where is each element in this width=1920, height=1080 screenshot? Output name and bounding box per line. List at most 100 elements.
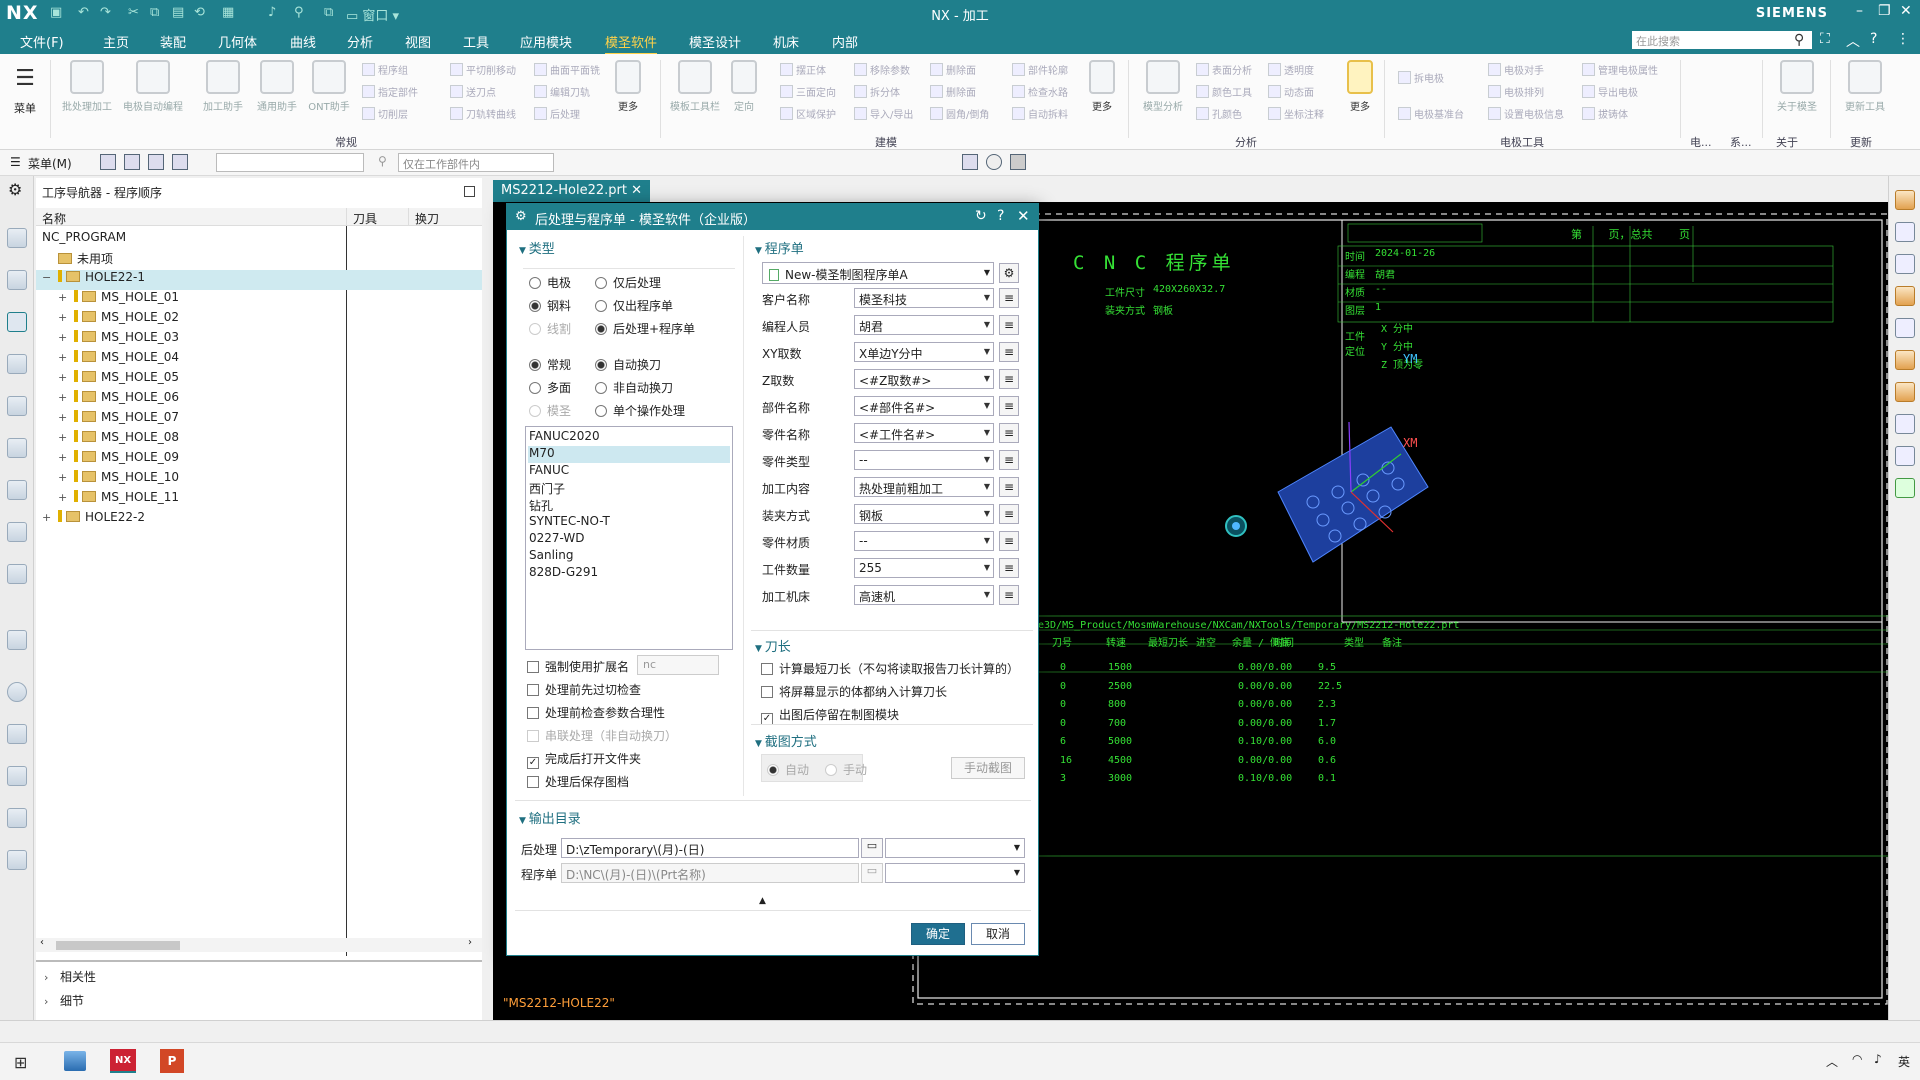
view-tool-icon-1[interactable] xyxy=(962,154,978,170)
controller-item[interactable]: FANUC2020 xyxy=(528,429,730,446)
template-select[interactable]: New-模圣制图程序单A ▼ xyxy=(762,262,994,284)
manage-electrode-attr-button[interactable]: 管理电极属性 xyxy=(1582,62,1658,77)
stack-icon[interactable] xyxy=(1895,286,1915,306)
bucket-icon[interactable] xyxy=(1895,350,1915,370)
update-tools-button[interactable]: 更新工具 xyxy=(1834,60,1896,113)
reuse-library-icon[interactable] xyxy=(7,438,27,458)
align-body-button[interactable]: 摆正体 xyxy=(780,62,826,77)
view-tool-icon-2[interactable] xyxy=(986,154,1002,170)
tree-operation-7[interactable]: + MS_HOLE_07 xyxy=(58,410,179,430)
list-icon[interactable] xyxy=(1895,222,1915,242)
remove-params-button[interactable]: 移除参数 xyxy=(854,62,910,77)
section-sheet-header[interactable]: 程序单 xyxy=(755,238,804,257)
extension-input[interactable]: nc xyxy=(637,655,719,675)
surface-analysis-button[interactable]: 表面分析 xyxy=(1196,62,1252,77)
controller-item[interactable]: M70 xyxy=(528,446,730,463)
import-export-button[interactable]: 导入/导出 xyxy=(854,106,913,121)
manual-screenshot-button[interactable]: 手动截图 xyxy=(951,757,1025,779)
field-list-icon[interactable]: ≡ xyxy=(999,369,1019,389)
hole-color-button[interactable]: 孔颜色 xyxy=(1196,106,1242,121)
option-checkbox-0[interactable]: 强制使用扩展名 xyxy=(527,658,629,675)
field-select[interactable]: <#部件名#> xyxy=(854,396,994,416)
section-type-header[interactable]: 类型 xyxy=(519,238,555,257)
menu-view[interactable]: 视图 xyxy=(405,32,431,51)
collapse-ribbon-icon[interactable]: ︿ xyxy=(1846,31,1860,51)
column-name[interactable]: 名称 xyxy=(36,208,346,226)
controller-item[interactable]: 828D-G291 xyxy=(528,565,730,582)
section-tool-length-header[interactable]: 刀长 xyxy=(755,636,791,655)
filter-tool-icon-3[interactable] xyxy=(148,154,164,170)
tree-operation-8[interactable]: + MS_HOLE_08 xyxy=(58,430,179,450)
machining-assistant-button[interactable]: 加工助手 xyxy=(192,60,254,113)
ok-button[interactable]: 确定 xyxy=(911,923,965,945)
restore-icon[interactable]: ❐ xyxy=(1878,3,1891,19)
tree-group-hole22-1[interactable]: − HOLE22-1 xyxy=(36,270,482,290)
tree-operation-11[interactable]: + MS_HOLE_11 xyxy=(58,490,179,510)
tree-icon[interactable] xyxy=(1895,446,1915,466)
field-list-icon[interactable]: ≡ xyxy=(999,504,1019,524)
option-checkbox-5[interactable]: 处理后保存图档 xyxy=(527,773,629,790)
field-select[interactable]: 胡君 xyxy=(854,315,994,335)
type-radio-3[interactable]: 仅出程序单 xyxy=(595,297,673,314)
model-analysis-button[interactable]: 模型分析 xyxy=(1132,60,1194,113)
filter-tool-icon-4[interactable] xyxy=(172,154,188,170)
field-list-icon[interactable]: ≡ xyxy=(999,342,1019,362)
more-button-3[interactable]: 更多 xyxy=(1340,60,1380,113)
batch-machining-button[interactable]: 批处理加工 xyxy=(56,60,118,113)
scroll-right-icon[interactable]: › xyxy=(468,937,472,948)
menu-dropdown[interactable]: 菜单(M) xyxy=(28,155,72,172)
option-checkbox-4[interactable]: ✓ 完成后打开文件夹 xyxy=(527,750,641,769)
template-settings-icon[interactable]: ⚙ xyxy=(999,263,1019,283)
tree-operation-6[interactable]: + MS_HOLE_06 xyxy=(58,390,179,410)
menu-tools[interactable]: 工具 xyxy=(463,32,489,51)
dialog-help-icon[interactable]: ? xyxy=(997,208,1004,224)
output-sheet-history-select[interactable]: ▼ xyxy=(885,863,1025,883)
dynamic-face-button[interactable]: 动态面 xyxy=(1268,84,1314,99)
tree-group-hole22-2[interactable]: + HOLE22-2 xyxy=(42,510,145,530)
process-studio-icon[interactable] xyxy=(7,630,27,650)
tree-operation-9[interactable]: + MS_HOLE_09 xyxy=(58,450,179,470)
auto-stock-button[interactable]: 自动拆料 xyxy=(1012,106,1068,121)
controller-item[interactable]: SYNTEC-NO-T xyxy=(528,514,730,531)
tree-operation-3[interactable]: + MS_HOLE_03 xyxy=(58,330,179,350)
type-radio-5[interactable]: 后处理+程序单 xyxy=(595,320,695,337)
close-icon[interactable]: ✕ xyxy=(1900,3,1912,19)
electrode-array-button[interactable]: 电极排列 xyxy=(1488,84,1544,99)
powerpoint-taskbar-icon[interactable]: P xyxy=(160,1049,184,1073)
mode-radio-3[interactable]: 非自动换刀 xyxy=(595,379,673,396)
column-tool[interactable]: 刀具 xyxy=(346,208,408,226)
menu-toggle-button[interactable]: ☰ 菜单 xyxy=(8,68,42,116)
field-select[interactable]: -- xyxy=(854,531,994,551)
tree-unused[interactable]: 未用项 xyxy=(58,250,113,270)
controller-item[interactable]: 0227-WD xyxy=(528,531,730,548)
surface-plane-mill-button[interactable]: 曲面平面铣 xyxy=(534,62,600,77)
filter-tool-icon-1[interactable] xyxy=(100,154,116,170)
about-mosheng-button[interactable]: 关于模圣 xyxy=(1766,60,1828,113)
template-toolbar-button[interactable]: 模板工具栏 xyxy=(664,60,726,113)
search-icon[interactable]: ⚲ xyxy=(1794,32,1804,48)
electrode-base-button[interactable]: 电极基准台 xyxy=(1398,106,1464,121)
three-face-orient-button[interactable]: 三面定向 xyxy=(780,84,836,99)
fullscreen-icon[interactable]: ⛶ xyxy=(1820,31,1830,47)
set-electrode-info-button[interactable]: 设置电极信息 xyxy=(1488,106,1564,121)
cut-level-button[interactable]: 切削层 xyxy=(362,106,408,121)
scroll-left-icon[interactable]: ‹ xyxy=(40,937,44,948)
controller-item[interactable]: 钻孔 xyxy=(528,497,730,514)
split-body-button[interactable]: 拆分体 xyxy=(854,84,900,99)
option-checkbox-2[interactable]: 处理前检查参数合理性 xyxy=(527,704,665,721)
edit-toolpath-button[interactable]: 编辑刀轨 xyxy=(534,84,590,99)
mode-radio-2[interactable]: 多面 xyxy=(529,379,571,396)
tree-operation-5[interactable]: + MS_HOLE_05 xyxy=(58,370,179,390)
controller-list[interactable]: FANUC2020 M70 FANUC 西门子 钻孔 SYNTEC-NO-T 0227-WD… xyxy=(525,426,733,650)
part-outline-button[interactable]: 部件轮廓 xyxy=(1012,62,1068,77)
details-section[interactable]: › 细节 xyxy=(44,992,84,1012)
controller-item[interactable]: FANUC xyxy=(528,463,730,480)
settings-gear-icon[interactable]: ⚙ xyxy=(8,180,22,199)
mode-radio-5[interactable]: 单个操作处理 xyxy=(595,402,685,419)
field-select[interactable]: 255 xyxy=(854,558,994,578)
menu-mosheng-design[interactable]: 模圣设计 xyxy=(689,32,741,51)
check-waterway-button[interactable]: 检查水路 xyxy=(1012,84,1068,99)
tree-operation-10[interactable]: + MS_HOLE_10 xyxy=(58,470,179,490)
cube-icon[interactable] xyxy=(1895,382,1915,402)
type-radio-1[interactable]: 仅后处理 xyxy=(595,274,661,291)
